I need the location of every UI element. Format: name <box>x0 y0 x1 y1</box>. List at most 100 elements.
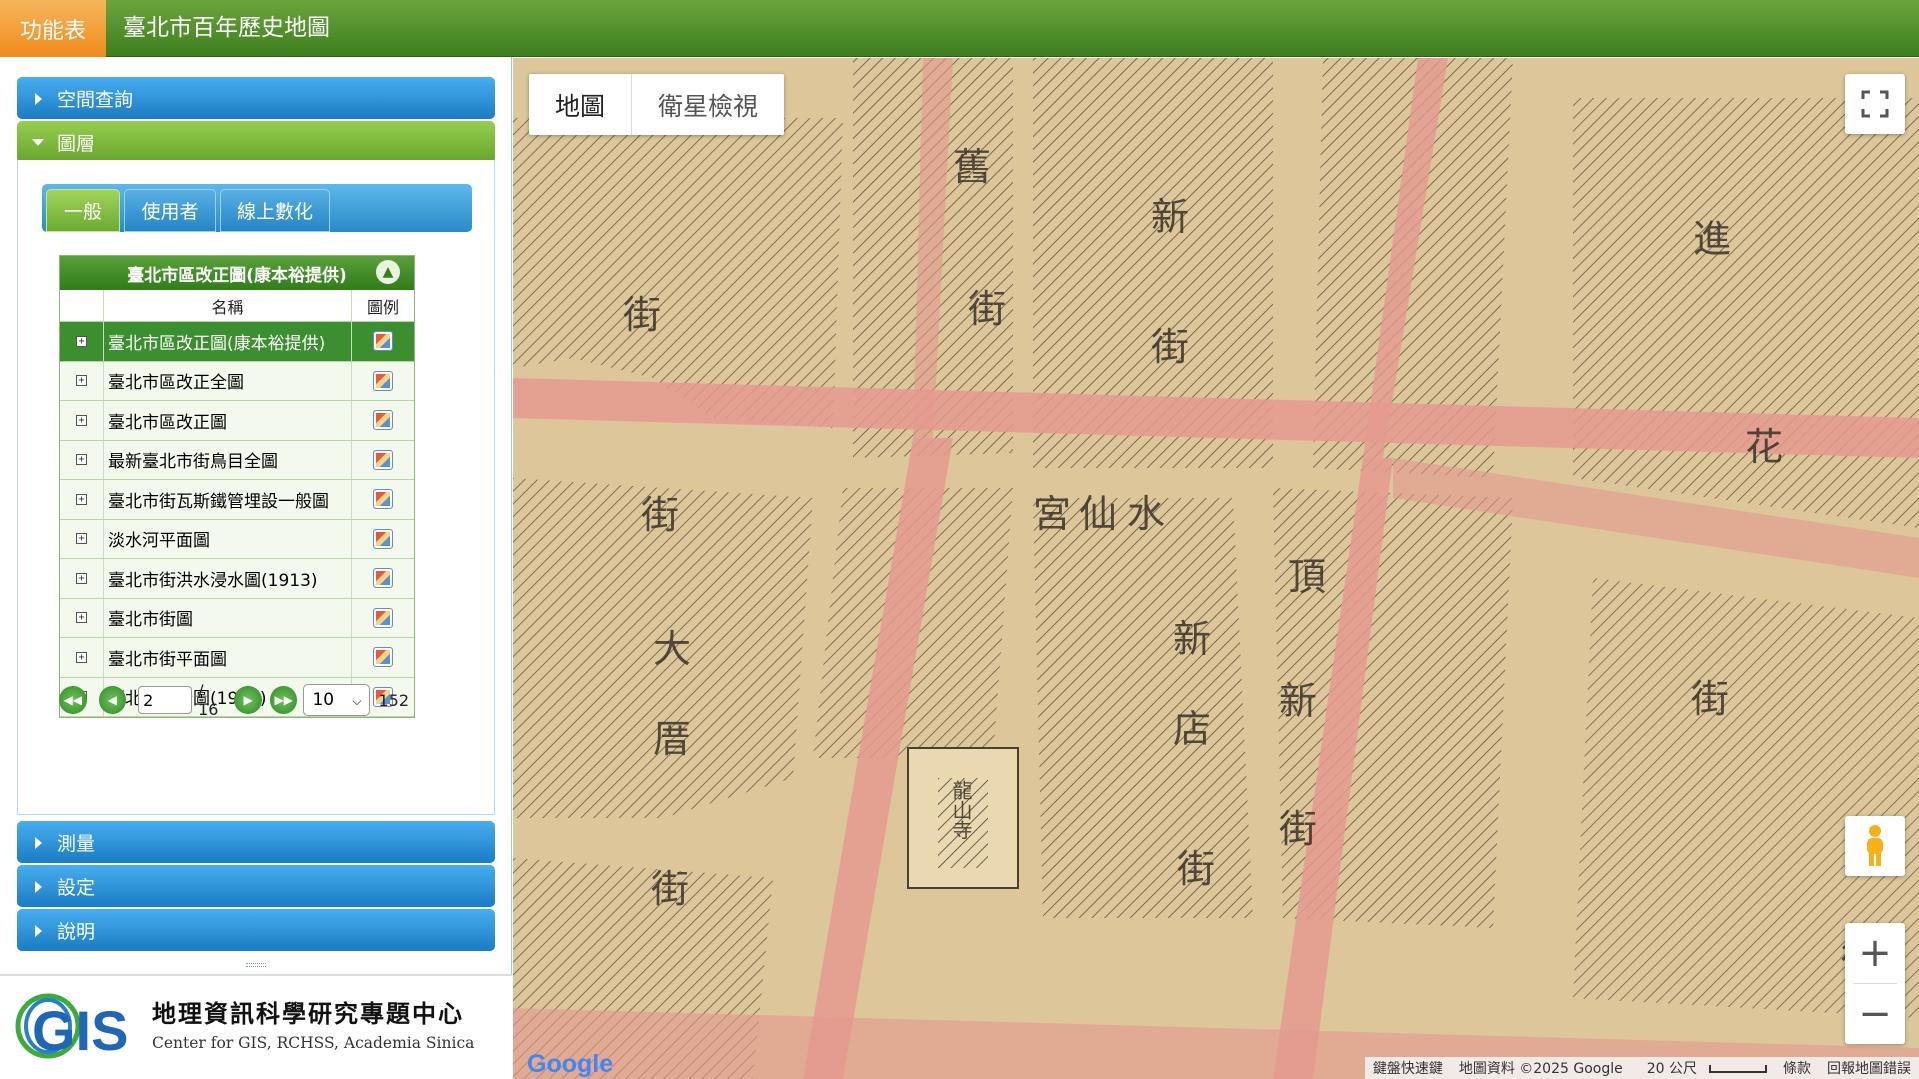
table-row[interactable]: + 臺北市區改正圖 <box>60 401 414 441</box>
tab-online-digitize[interactable]: 線上數化 <box>220 189 330 232</box>
table-row[interactable]: + 臺北市街洪水浸水圖(1913) <box>60 559 414 599</box>
accordion-measure[interactable]: 測量 <box>17 821 495 863</box>
google-logo[interactable]: Google <box>527 1050 613 1079</box>
expand-toggle[interactable]: + <box>60 598 104 637</box>
layer-table-title-text: 臺北市區改正圖(康本裕提供) <box>127 265 347 286</box>
page-size-value: 10 <box>312 690 335 710</box>
layer-name[interactable]: 淡水河平面圖 <box>104 519 352 558</box>
layer-name[interactable]: 最新臺北市街鳥目全圖 <box>104 440 352 479</box>
table-row[interactable]: + 臺北市區改正全圖 <box>60 361 414 401</box>
header-legend: 圖例 <box>366 297 399 317</box>
table-row[interactable]: + 淡水河平面圖 <box>60 519 414 559</box>
accordion-help[interactable]: 說明 <box>17 909 495 951</box>
expand-toggle[interactable]: + <box>60 440 104 479</box>
accordion-layers[interactable]: 圖層 <box>17 121 495 163</box>
collapse-up-icon[interactable]: ▲ <box>376 260 400 284</box>
expand-toggle[interactable]: + <box>60 519 104 558</box>
scale-bar <box>1709 1065 1767 1073</box>
expand-plus-icon: + <box>76 414 87 426</box>
map-label: 街 <box>1177 847 1216 891</box>
accordion-spatial-query[interactable]: 空間查詢 <box>17 77 495 119</box>
gis-center-logo: GIS 地理資訊科學研究專題中心 Center for GIS, RCHSS, … <box>0 974 512 1079</box>
legend-button[interactable] <box>352 599 414 638</box>
layer-name[interactable]: 臺北市街圖 <box>104 598 352 637</box>
app-title: 臺北市百年歷史地圖 <box>123 15 330 41</box>
zoom-out-button[interactable]: − <box>1845 984 1905 1044</box>
scale-control[interactable]: 20 公尺 <box>1631 1058 1775 1078</box>
caret-right-icon <box>35 925 42 937</box>
layer-name[interactable]: 臺北市區改正圖(康本裕提供) <box>104 322 352 361</box>
google-logo-text: Google <box>527 1050 614 1078</box>
fullscreen-button[interactable] <box>1845 74 1905 134</box>
legend-button[interactable] <box>352 480 414 519</box>
total-pages: / 16 <box>198 681 219 719</box>
zoom-control: + − <box>1845 923 1905 1044</box>
legend-button[interactable] <box>352 638 414 677</box>
zoom-in-button[interactable]: + <box>1845 923 1905 983</box>
table-row[interactable]: + 臺北市街瓦斯鐵管埋設一般圖 <box>60 480 414 520</box>
caret-down-icon <box>32 139 44 146</box>
layer-name[interactable]: 臺北市街瓦斯鐵管埋設一般圖 <box>104 480 352 519</box>
layer-name[interactable]: 臺北市區改正全圖 <box>104 361 352 400</box>
map-type-satellite[interactable]: 衛星檢視 <box>631 74 784 135</box>
scale-label: 20 公尺 <box>1646 1061 1697 1077</box>
layers-panel: 一般 使用者 線上數化 臺北市區改正圖(康本裕提供) ▲ 名稱 圖例 + 臺北市區… <box>17 160 495 815</box>
legend-button[interactable] <box>352 441 414 480</box>
legend-button[interactable] <box>352 520 414 559</box>
menu-button[interactable]: 功能表 <box>0 0 106 57</box>
first-page-icon[interactable]: ◀◀ <box>59 686 87 714</box>
prev-page-icon[interactable]: ◀ <box>98 686 127 714</box>
map-label: 仙 <box>1079 492 1118 536</box>
expand-plus-icon: + <box>76 375 87 387</box>
expand-toggle[interactable]: + <box>60 322 104 361</box>
accordion-settings[interactable]: 設定 <box>17 865 495 907</box>
legend-icon <box>373 370 393 391</box>
legend-icon <box>373 568 393 589</box>
map-type-roadmap[interactable]: 地圖 <box>529 74 631 135</box>
gis-logo-text: GIS <box>32 999 128 1060</box>
expand-plus-icon: + <box>76 454 87 466</box>
next-page-icon[interactable]: ▶ <box>234 686 262 714</box>
table-row[interactable]: + 臺北市區改正圖(康本裕提供) <box>60 322 414 362</box>
expand-toggle[interactable]: + <box>60 638 104 677</box>
layer-name[interactable]: 臺北市街洪水浸水圖(1913) <box>104 559 352 598</box>
table-row[interactable]: + 臺北市街平面圖 <box>60 638 414 678</box>
expand-plus-icon: + <box>76 533 87 545</box>
expand-toggle[interactable]: + <box>60 401 104 440</box>
table-row[interactable]: + 臺北市街圖 <box>60 598 414 638</box>
legend-icon <box>373 607 393 628</box>
keyboard-shortcuts-link[interactable]: 鍵盤快速鍵 <box>1365 1058 1451 1078</box>
header-expand-col <box>60 290 104 321</box>
terms-link[interactable]: 條款 <box>1775 1058 1819 1078</box>
layer-table: 臺北市區改正圖(康本裕提供) ▲ 名稱 圖例 + 臺北市區改正圖(康本裕提供) + 臺… <box>59 255 415 718</box>
expand-toggle[interactable]: + <box>60 559 104 598</box>
page-size-select[interactable]: 10 ⌵ <box>303 684 371 716</box>
legend-button[interactable] <box>352 322 414 361</box>
map-label: 店 <box>1173 707 1212 751</box>
legend-icon <box>373 449 393 470</box>
street-view-pegman-button[interactable] <box>1845 816 1905 876</box>
layer-name[interactable]: 臺北市街平面圖 <box>104 638 352 677</box>
map-label: 頂 <box>1288 555 1327 599</box>
tab-general[interactable]: 一般 <box>46 189 120 232</box>
plus-icon: + <box>1858 930 1892 976</box>
expand-toggle[interactable]: + <box>60 480 104 519</box>
sidebar: 空間查詢 圖層 一般 使用者 線上數化 臺北市區改正圖(康本裕提供) ▲ 名稱 … <box>0 57 512 1079</box>
sidebar-resize-handle[interactable] <box>246 963 266 967</box>
tab-user[interactable]: 使用者 <box>124 189 216 232</box>
layer-table-title: 臺北市區改正圖(康本裕提供) ▲ <box>60 256 414 290</box>
table-header: 名稱 圖例 <box>60 290 414 322</box>
report-error-link[interactable]: 回報地圖錯誤 <box>1819 1058 1919 1078</box>
map-label: 街 <box>1151 325 1190 369</box>
legend-button[interactable] <box>352 559 414 598</box>
legend-button[interactable] <box>352 362 414 401</box>
page-number-input[interactable] <box>138 686 193 714</box>
map-view[interactable]: 舊 街 新 街 進 花 街 街 宮 仙 水 頂 新 新 店 街 街 街 大 厝 … <box>513 58 1919 1079</box>
header-name[interactable]: 名稱 <box>104 290 352 321</box>
table-body: + 臺北市區改正圖(康本裕提供) + 臺北市區改正全圖 + 臺北市區改正圖 + 最新臺北市街鳥… <box>60 322 414 717</box>
layer-name[interactable]: 臺北市區改正圖 <box>104 401 352 440</box>
expand-toggle[interactable]: + <box>60 361 104 400</box>
table-row[interactable]: + 最新臺北市街鳥目全圖 <box>60 440 414 480</box>
legend-button[interactable] <box>352 401 414 440</box>
last-page-icon[interactable]: ▶▶ <box>269 686 298 714</box>
